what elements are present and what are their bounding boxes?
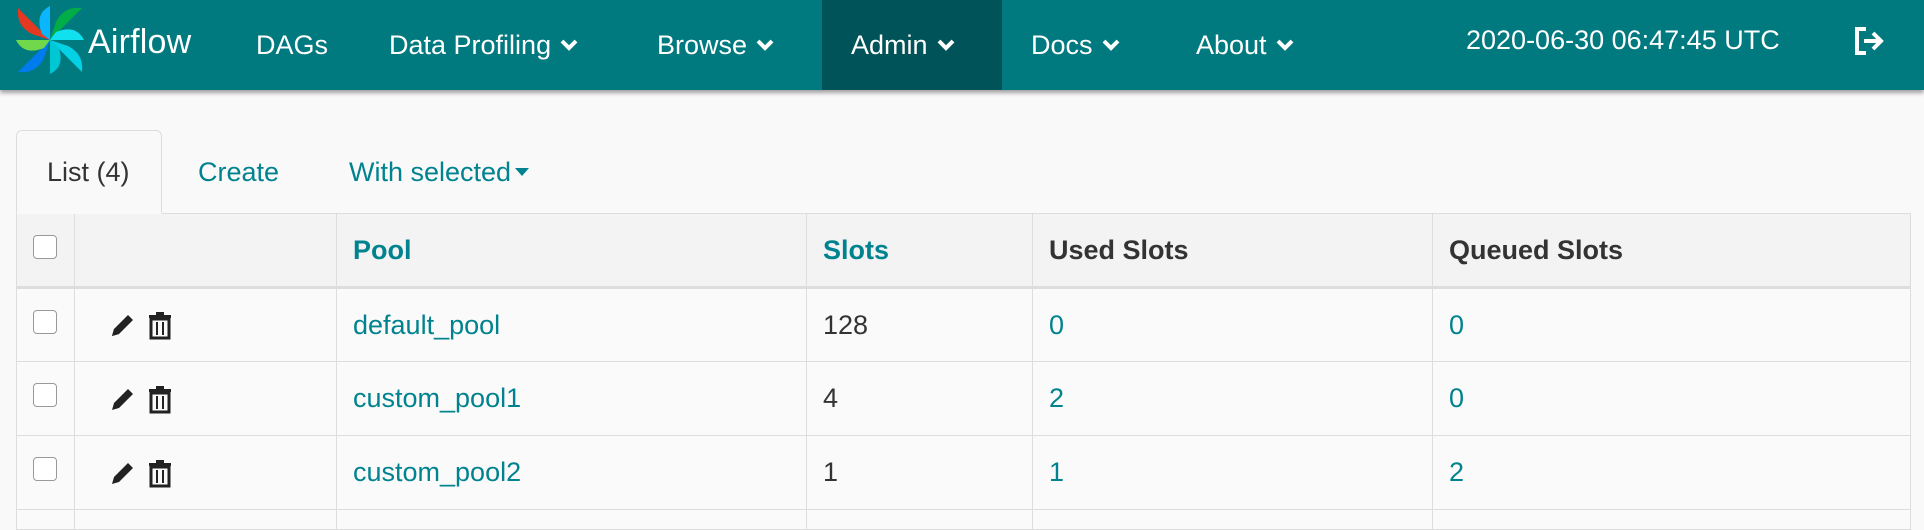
- logout-button[interactable]: [1852, 24, 1886, 58]
- nav-data-profiling[interactable]: Data Profiling: [373, 0, 609, 90]
- row-select-cell: [16, 361, 75, 436]
- trash-icon[interactable]: [146, 384, 174, 414]
- pool-name-link[interactable]: custom_pool1: [353, 383, 521, 413]
- tab-create[interactable]: Create: [168, 130, 309, 214]
- row-select-cell: [16, 435, 75, 510]
- with-selected-label: With selected: [349, 156, 512, 187]
- sort-slots-link[interactable]: Slots: [823, 235, 889, 265]
- utc-clock: 2020-06-30 06:47:45 UTC: [1466, 24, 1780, 55]
- tab-create-label: Create: [198, 156, 280, 187]
- used-slots-cell: 0: [1032, 287, 1433, 362]
- row-actions: [74, 287, 337, 362]
- queued-slots-link[interactable]: 0: [1449, 310, 1464, 340]
- used-slots-link[interactable]: 1: [1049, 457, 1064, 487]
- pools-table: Pool Slots Used Slots Queued Slots defau…: [16, 213, 1911, 530]
- table-row: default_pool 128 0 0: [16, 287, 1911, 362]
- slots-cell: 4: [806, 361, 1033, 436]
- row-checkbox[interactable]: [33, 383, 57, 407]
- tab-list[interactable]: List (4): [16, 130, 162, 214]
- table-header-row: Pool Slots Used Slots Queued Slots: [16, 213, 1911, 289]
- used-slots-cell: 1: [1032, 435, 1433, 510]
- nav-browse[interactable]: Browse: [641, 0, 797, 90]
- row-checkbox[interactable]: [33, 457, 57, 481]
- nav-browse-label: Browse: [657, 29, 748, 60]
- queued-slots-cell: 0: [1432, 361, 1911, 436]
- tab-list-label: List (4): [47, 156, 130, 187]
- brand-name: Airflow: [88, 22, 192, 61]
- with-selected-dropdown[interactable]: With selected: [319, 130, 559, 214]
- row-actions: [74, 361, 337, 436]
- used-slots-link[interactable]: 2: [1049, 383, 1064, 413]
- sort-pool-link[interactable]: Pool: [353, 235, 412, 265]
- chevron-down-icon: [560, 39, 578, 51]
- trash-icon[interactable]: [146, 458, 174, 488]
- table-row: [16, 509, 1911, 530]
- nav-about[interactable]: About: [1180, 0, 1330, 90]
- select-all-checkbox[interactable]: [33, 234, 57, 259]
- queued-slots-cell: 0: [1432, 287, 1911, 362]
- nav-docs-label: Docs: [1031, 29, 1093, 60]
- caret-down-icon: [515, 168, 530, 176]
- used-slots-cell: 2: [1032, 361, 1433, 436]
- queued-slots-cell: 2: [1432, 435, 1911, 510]
- pencil-icon[interactable]: [108, 310, 136, 340]
- list-tabs: List (4) Create With selected: [16, 130, 1910, 214]
- row-actions: [74, 435, 337, 510]
- nav-admin-label: Admin: [851, 29, 928, 60]
- trash-icon[interactable]: [146, 310, 174, 340]
- nav-dags[interactable]: DAGs: [240, 0, 344, 90]
- pencil-icon[interactable]: [108, 384, 136, 414]
- nav-data-profiling-label: Data Profiling: [389, 29, 552, 60]
- header-pool[interactable]: Pool: [336, 213, 807, 289]
- pool-name-cell: custom_pool1: [336, 361, 807, 436]
- row-checkbox[interactable]: [33, 309, 57, 334]
- sign-out-icon: [1855, 27, 1884, 55]
- actions-header: [74, 213, 337, 289]
- airflow-logo-icon: [14, 4, 86, 81]
- pool-name-link[interactable]: default_pool: [353, 310, 500, 340]
- chevron-down-icon: [937, 39, 954, 51]
- header-slots[interactable]: Slots: [806, 213, 1033, 289]
- queued-slots-link[interactable]: 0: [1449, 383, 1464, 413]
- nav-about-label: About: [1196, 29, 1267, 60]
- select-all-cell: [16, 213, 75, 289]
- nav-docs[interactable]: Docs: [1015, 0, 1155, 90]
- brand-link[interactable]: Airflow: [14, 4, 192, 81]
- header-queued-slots: Queued Slots: [1432, 213, 1911, 289]
- nav-dags-label: DAGs: [256, 29, 329, 60]
- header-used-slots: Used Slots: [1032, 213, 1433, 289]
- pencil-icon[interactable]: [108, 458, 136, 488]
- chevron-down-icon: [1102, 39, 1119, 51]
- slots-cell: 1: [806, 435, 1033, 510]
- nav-admin[interactable]: Admin: [822, 0, 1002, 90]
- pool-name-link[interactable]: custom_pool2: [353, 457, 521, 487]
- row-select-cell: [16, 287, 75, 362]
- queued-slots-link[interactable]: 2: [1449, 457, 1464, 487]
- pool-name-cell: default_pool: [336, 287, 807, 362]
- table-row: custom_pool1 4 2 0: [16, 361, 1911, 436]
- slots-cell: 128: [806, 287, 1033, 362]
- pool-name-cell: custom_pool2: [336, 435, 807, 510]
- chevron-down-icon: [756, 39, 774, 51]
- used-slots-link[interactable]: 0: [1049, 310, 1064, 340]
- chevron-down-icon: [1276, 39, 1293, 51]
- top-navbar: Airflow DAGs Data Profiling Browse Admin…: [0, 0, 1924, 90]
- table-row: custom_pool2 1 1 2: [16, 435, 1911, 510]
